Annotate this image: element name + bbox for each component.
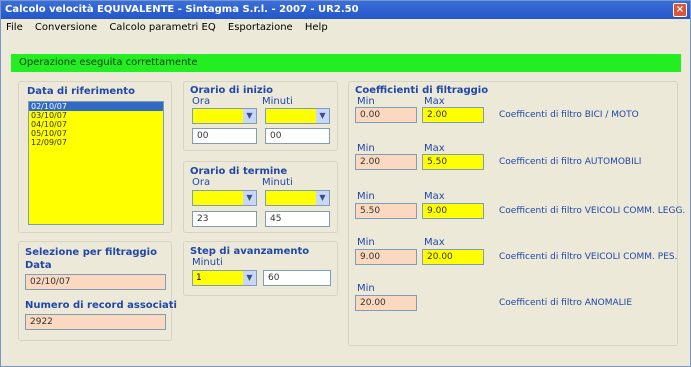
minuti-label: Minuti <box>262 177 293 188</box>
coefficient-description: Coefficenti di filtro BICI / MOTO <box>499 110 639 120</box>
minuti-inizio-combo[interactable]: ▼ <box>265 108 330 124</box>
min-field[interactable]: 5.50 <box>355 203 417 219</box>
menu-help[interactable]: Help <box>305 22 328 33</box>
menu-conversione[interactable]: Conversione <box>35 22 97 33</box>
max-field[interactable]: 9.00 <box>422 203 484 219</box>
date-list-item[interactable]: 04/10/07 <box>29 120 163 129</box>
minuti-termine-field[interactable]: 45 <box>265 211 330 227</box>
min-label: Min <box>357 237 375 248</box>
ora-termine-field[interactable]: 23 <box>192 211 257 227</box>
date-list-item[interactable]: 12/09/07 <box>29 138 163 147</box>
close-button[interactable]: × <box>673 3 687 17</box>
data-riferimento-title: Data di riferimento <box>27 86 135 97</box>
coefficient-description: Coefficenti di filtro VEICOLI COMM. LEGG… <box>499 206 686 216</box>
step-title: Step di avanzamento <box>190 246 310 257</box>
title-bar: Calcolo velocità EQUIVALENTE - Sintagma … <box>1 1 690 19</box>
min-field[interactable]: 2.00 <box>355 154 417 170</box>
max-label: Max <box>424 191 445 202</box>
orario-inizio-title: Orario di inizio <box>190 85 274 96</box>
step-combo-value: 1 <box>196 273 202 283</box>
min-label: Min <box>357 191 375 202</box>
app-window: Calcolo velocità EQUIVALENTE - Sintagma … <box>0 0 691 367</box>
chevron-down-icon[interactable]: ▼ <box>243 271 256 285</box>
min-field[interactable]: 9.00 <box>355 249 417 265</box>
max-label: Max <box>424 237 445 248</box>
chevron-down-icon[interactable]: ▼ <box>243 109 256 123</box>
step-minuti-label: Minuti <box>192 257 223 268</box>
minuti-termine-combo[interactable]: ▼ <box>265 190 330 206</box>
coefficient-description: Coefficenti di filtro ANOMALIE <box>499 298 633 308</box>
min-field[interactable]: 0.00 <box>355 107 417 123</box>
min-label: Min <box>357 143 375 154</box>
status-bar: Operazione eseguita correttamente <box>11 54 681 72</box>
orario-termine-title: Orario di termine <box>190 166 288 177</box>
max-field[interactable]: 2.00 <box>422 107 484 123</box>
minuti-inizio-field[interactable]: 00 <box>265 128 330 144</box>
ora-label: Ora <box>192 96 211 107</box>
max-field[interactable]: 20.00 <box>422 249 484 265</box>
ora-inizio-combo[interactable]: ▼ <box>192 108 257 124</box>
max-label: Max <box>424 96 445 107</box>
min-label: Min <box>357 96 375 107</box>
data-label: Data <box>25 260 52 271</box>
max-label: Max <box>424 143 445 154</box>
menu-esportazione[interactable]: Esportazione <box>228 22 293 33</box>
menu-bar: File Conversione Calcolo parametri EQ Es… <box>1 19 690 36</box>
step-combo[interactable]: 1 ▼ <box>192 270 257 286</box>
max-field[interactable]: 5.50 <box>422 154 484 170</box>
date-list-item[interactable]: 05/10/07 <box>29 129 163 138</box>
step-field[interactable]: 60 <box>263 270 331 286</box>
ora-termine-combo[interactable]: ▼ <box>192 190 257 206</box>
date-listbox[interactable]: 02/10/07 03/10/07 04/10/07 05/10/07 12/0… <box>28 101 164 225</box>
coefficienti-title: Coefficienti di filtraggio <box>355 85 489 96</box>
date-list-item[interactable]: 03/10/07 <box>29 111 163 120</box>
data-field[interactable]: 02/10/07 <box>25 274 166 290</box>
ora-label: Ora <box>192 177 211 188</box>
records-field[interactable]: 2922 <box>25 314 166 330</box>
date-list-item[interactable]: 02/10/07 <box>29 102 163 111</box>
min-label: Min <box>357 283 375 294</box>
selezione-title: Selezione per filtraggio <box>25 247 157 258</box>
minuti-label: Minuti <box>262 96 293 107</box>
window-title: Calcolo velocità EQUIVALENTE - Sintagma … <box>5 4 359 15</box>
menu-calcolo-parametri[interactable]: Calcolo parametri EQ <box>109 22 215 33</box>
chevron-down-icon[interactable]: ▼ <box>316 109 329 123</box>
coefficient-description: Coefficenti di filtro AUTOMOBILI <box>499 157 642 167</box>
chevron-down-icon[interactable]: ▼ <box>243 191 256 205</box>
menu-file[interactable]: File <box>6 22 23 33</box>
coefficient-description: Coefficenti di filtro VEICOLI COMM. PES. <box>499 252 678 262</box>
ora-inizio-field[interactable]: 00 <box>192 128 257 144</box>
min-field[interactable]: 20.00 <box>355 295 417 311</box>
records-label: Numero di record associati <box>25 300 177 311</box>
chevron-down-icon[interactable]: ▼ <box>316 191 329 205</box>
